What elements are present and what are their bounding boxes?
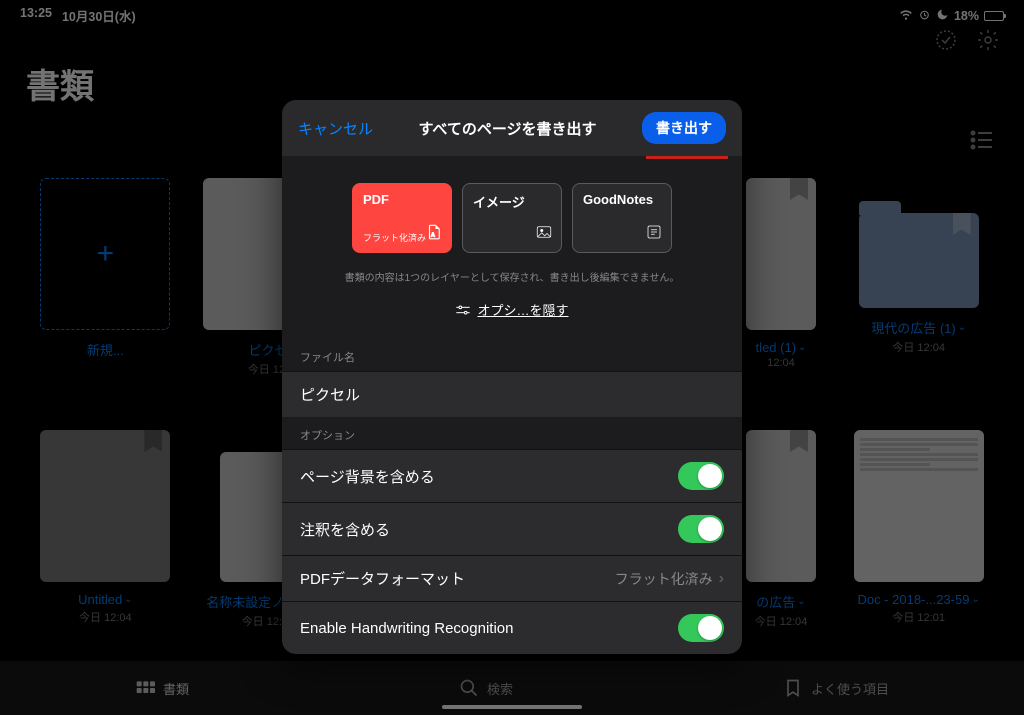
export-button[interactable]: 書き出す <box>642 112 726 144</box>
toggle-switch[interactable] <box>678 614 724 642</box>
format-goodnotes[interactable]: GoodNotes <box>572 183 672 253</box>
toggle-switch[interactable] <box>678 515 724 543</box>
pdf-icon: A <box>425 223 443 246</box>
options-toggle[interactable]: オプシ…を隠す <box>282 284 742 339</box>
modal-title: すべてのページを書き出す <box>418 118 596 139</box>
svg-text:A: A <box>431 233 435 239</box>
sliders-icon <box>455 304 471 316</box>
toggle-switch[interactable] <box>678 462 724 490</box>
options-section-label: オプション <box>282 417 742 449</box>
option-include-annotations: 注釈を含める <box>282 502 742 555</box>
option-handwriting: Enable Handwriting Recognition <box>282 601 742 654</box>
export-modal: キャンセル すべてのページを書き出す 書き出す PDF フラット化済み A イメ… <box>282 100 742 654</box>
cancel-button[interactable]: キャンセル <box>298 118 373 139</box>
format-image[interactable]: イメージ <box>462 183 562 253</box>
image-icon <box>535 223 553 246</box>
filename-field[interactable]: ピクセル <box>282 371 742 417</box>
option-include-background: ページ背景を含める <box>282 449 742 502</box>
option-pdf-format[interactable]: PDFデータフォーマット フラット化済み › <box>282 555 742 601</box>
format-pdf[interactable]: PDF フラット化済み A <box>352 183 452 253</box>
filename-section-label: ファイル名 <box>282 339 742 371</box>
export-hint: 書類の内容は1つのレイヤーとして保存され、書き出し後編集できません。 <box>282 261 742 284</box>
chevron-right-icon: › <box>719 570 724 588</box>
note-icon <box>645 223 663 246</box>
